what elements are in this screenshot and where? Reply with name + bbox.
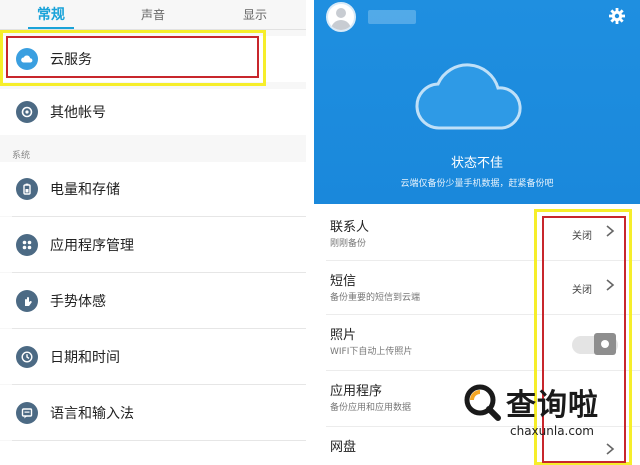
- settings-item-language-input[interactable]: 语言和输入法: [0, 385, 306, 440]
- backup-item-subtitle: WIFI下自动上传照片: [330, 347, 413, 357]
- settings-panel: 常规 声音 显示 云服务 其他帐号 系统 电量和存储 应用程序管理 手势体感 日…: [0, 0, 306, 465]
- highlight-frame-red: [6, 36, 259, 78]
- backup-item-title: 应用程序: [330, 384, 383, 399]
- backup-item-title: 网盘: [330, 440, 357, 455]
- cloud-icon: [415, 63, 522, 130]
- language-icon: [16, 401, 38, 424]
- apps-icon: [16, 233, 38, 256]
- watermark-brand: 查询啦: [506, 388, 599, 423]
- settings-item-partial: [0, 441, 306, 465]
- backup-item-subtitle: 备份重要的短信到云端: [330, 293, 421, 303]
- clock-icon: [16, 345, 38, 368]
- settings-item-label: 手势体感: [50, 293, 106, 310]
- settings-item-other-accounts[interactable]: 其他帐号: [0, 89, 306, 135]
- settings-item-app-management[interactable]: 应用程序管理: [0, 217, 306, 272]
- battery-icon: [16, 178, 38, 200]
- cloud-status-header: 状态不佳 云端仅备份少量手机数据，赶紧备份吧: [314, 0, 640, 204]
- backup-status-subtitle: 云端仅备份少量手机数据，赶紧备份吧: [400, 179, 554, 189]
- backup-item-title: 照片: [330, 328, 357, 343]
- tab-display[interactable]: 显示: [204, 0, 306, 29]
- section-header: 系统: [12, 151, 31, 161]
- gear-icon[interactable]: [608, 7, 626, 25]
- settings-item-label: 其他帐号: [50, 105, 106, 121]
- backup-item-title: 短信: [330, 274, 357, 289]
- watermark: 查询啦 chaxunla.com: [458, 378, 634, 442]
- avatar[interactable]: [326, 2, 356, 32]
- backup-item-subtitle: 备份应用和应用数据: [330, 403, 412, 413]
- tab-sound[interactable]: 声音: [102, 0, 204, 29]
- gesture-icon: [16, 289, 38, 312]
- settings-item-label: 语言和输入法: [50, 405, 134, 422]
- settings-item-label: 应用程序管理: [50, 237, 134, 254]
- panel-gap: [306, 0, 314, 465]
- watermark-url: chaxunla.com: [510, 424, 594, 438]
- account-sync-icon: [16, 101, 38, 123]
- settings-item-date-time[interactable]: 日期和时间: [0, 329, 306, 384]
- backup-status-title: 状态不佳: [450, 156, 503, 171]
- backup-item-title: 联系人: [330, 220, 370, 235]
- settings-tabs: 常规 声音 显示: [0, 0, 306, 30]
- cloud-service-panel: 状态不佳 云端仅备份少量手机数据，赶紧备份吧 联系人 刚刚备份 关闭 短信 备份…: [314, 0, 640, 465]
- settings-item-label: 日期和时间: [50, 349, 120, 366]
- username-redacted: [368, 10, 416, 24]
- settings-item-battery-storage[interactable]: 电量和存储: [0, 162, 306, 216]
- search-logo-icon: [464, 384, 501, 421]
- tab-general[interactable]: 常规: [0, 0, 102, 29]
- settings-item-gestures[interactable]: 手势体感: [0, 273, 306, 328]
- settings-item-label: 电量和存储: [50, 182, 120, 198]
- backup-item-subtitle: 刚刚备份: [330, 239, 367, 249]
